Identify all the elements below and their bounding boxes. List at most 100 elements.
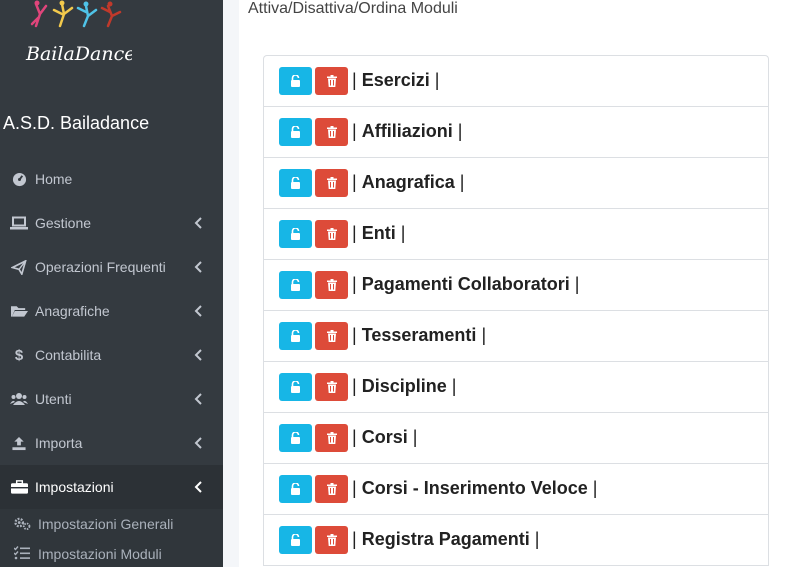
upload-icon <box>10 435 28 451</box>
sidebar-item-label: Anagrafiche <box>35 303 110 319</box>
separator: | <box>352 274 357 294</box>
submenu-impostazioni: Impostazioni Generali Impostazioni Modul… <box>0 509 223 567</box>
module-row[interactable]: | Tesseramenti | <box>264 311 768 362</box>
module-row[interactable]: | Affiliazioni | <box>264 107 768 158</box>
module-row[interactable]: | Corsi | <box>264 413 768 464</box>
unlock-icon <box>291 330 300 342</box>
module-row[interactable]: | Corsi - Inserimento Veloce | <box>264 464 768 515</box>
cogs-icon <box>13 516 31 530</box>
sidebar-subitem-label: Impostazioni Moduli <box>38 546 162 562</box>
brand-name[interactable]: A.S.D. Bailadance <box>3 113 149 134</box>
unlock-button[interactable] <box>279 475 312 503</box>
separator: | <box>574 274 580 294</box>
module-label: | Anagrafica | <box>352 172 464 192</box>
sidebar-item-label: Operazioni Frequenti <box>35 259 166 275</box>
module-name: Esercizi <box>361 70 430 90</box>
sidebar: BailaDance A.S.D. Bailadance Home Gestio… <box>0 0 223 567</box>
users-icon <box>10 391 28 407</box>
sidebar-subitem-label: Impostazioni Generali <box>38 516 174 532</box>
module-row[interactable]: | Enti | <box>264 209 768 260</box>
page-title: Attiva/Disattiva/Ordina Moduli <box>248 0 458 17</box>
delete-button[interactable] <box>315 526 348 554</box>
unlock-icon <box>291 177 300 189</box>
unlock-button[interactable] <box>279 67 312 95</box>
delete-button[interactable] <box>315 118 348 146</box>
separator: | <box>534 529 540 549</box>
unlock-button[interactable] <box>279 271 312 299</box>
sidebar-item-anagrafiche[interactable]: Anagrafiche <box>0 289 223 333</box>
unlock-button[interactable] <box>279 118 312 146</box>
separator: | <box>457 121 463 141</box>
module-label: | Corsi | <box>352 427 417 447</box>
module-name: Pagamenti Collaboratori <box>361 274 570 294</box>
separator: | <box>451 376 457 396</box>
sidebar-item-label: Importa <box>35 435 83 451</box>
tachometer-icon <box>10 171 28 187</box>
unlock-icon <box>291 534 300 546</box>
module-row[interactable]: | Pagamenti Collaboratori | <box>264 260 768 311</box>
sidebar-item-home[interactable]: Home <box>0 157 223 201</box>
module-name: Corsi - Inserimento Veloce <box>361 478 588 498</box>
trash-icon <box>326 126 337 138</box>
sidebar-item-label: Gestione <box>35 215 92 231</box>
separator: | <box>352 121 357 141</box>
trash-icon <box>326 534 337 546</box>
delete-button[interactable] <box>315 475 348 503</box>
module-row[interactable]: | Registra Pagamenti | <box>264 515 768 566</box>
content-card: Attiva/Disattiva/Ordina Moduli | Eserciz… <box>239 0 789 567</box>
delete-button[interactable] <box>315 424 348 452</box>
module-label: | Registra Pagamenti | <box>352 529 539 549</box>
module-name: Registra Pagamenti <box>361 529 530 549</box>
sidebar-item-label: Home <box>35 171 73 187</box>
separator: | <box>352 478 357 498</box>
module-row[interactable]: | Esercizi | <box>264 56 768 107</box>
module-row[interactable]: | Discipline | <box>264 362 768 413</box>
trash-icon <box>326 483 337 495</box>
trash-icon <box>326 177 337 189</box>
sidebar-item-gestione[interactable]: Gestione <box>0 201 223 245</box>
bailadance-logo[interactable]: BailaDance <box>22 0 135 72</box>
module-name: Anagrafica <box>361 172 455 192</box>
separator: | <box>434 70 440 90</box>
separator: | <box>352 223 357 243</box>
separator: | <box>352 70 357 90</box>
module-label: | Pagamenti Collaboratori | <box>352 274 579 294</box>
delete-button[interactable] <box>315 322 348 350</box>
unlock-button[interactable] <box>279 220 312 248</box>
unlock-icon <box>291 126 300 138</box>
sidebar-subitem-impostazioni-moduli[interactable]: Impostazioni Moduli <box>0 539 223 567</box>
unlock-button[interactable] <box>279 526 312 554</box>
logo-text: BailaDance <box>25 43 132 65</box>
sidebar-item-contabilita[interactable]: $ Contabilita <box>0 333 223 377</box>
delete-button[interactable] <box>315 373 348 401</box>
unlock-icon <box>291 483 300 495</box>
toolbox-icon <box>10 479 28 495</box>
module-name: Discipline <box>361 376 447 396</box>
sidebar-item-utenti[interactable]: Utenti <box>0 377 223 421</box>
delete-button[interactable] <box>315 271 348 299</box>
chevron-left-icon <box>194 393 202 405</box>
sidebar-item-impostazioni[interactable]: Impostazioni <box>0 465 223 509</box>
trash-icon <box>326 279 337 291</box>
chevron-left-icon <box>194 481 202 493</box>
sidebar-item-label: Contabilita <box>35 347 102 363</box>
delete-button[interactable] <box>315 67 348 95</box>
chevron-left-icon <box>194 305 202 317</box>
unlock-button[interactable] <box>279 424 312 452</box>
unlock-icon <box>291 279 300 291</box>
unlock-button[interactable] <box>279 169 312 197</box>
module-row[interactable]: | Anagrafica | <box>264 158 768 209</box>
delete-button[interactable] <box>315 220 348 248</box>
unlock-button[interactable] <box>279 322 312 350</box>
module-label: | Tesseramenti | <box>352 325 486 345</box>
chevron-left-icon <box>194 261 202 273</box>
sidebar-subitem-impostazioni-generali[interactable]: Impostazioni Generali <box>0 509 223 539</box>
delete-button[interactable] <box>315 169 348 197</box>
chevron-left-icon <box>194 217 202 229</box>
tasks-icon <box>13 546 31 560</box>
sidebar-item-importa[interactable]: Importa <box>0 421 223 465</box>
paper-plane-icon <box>10 259 28 275</box>
unlock-button[interactable] <box>279 373 312 401</box>
module-label: | Discipline | <box>352 376 456 396</box>
sidebar-item-operazioni-frequenti[interactable]: Operazioni Frequenti <box>0 245 223 289</box>
